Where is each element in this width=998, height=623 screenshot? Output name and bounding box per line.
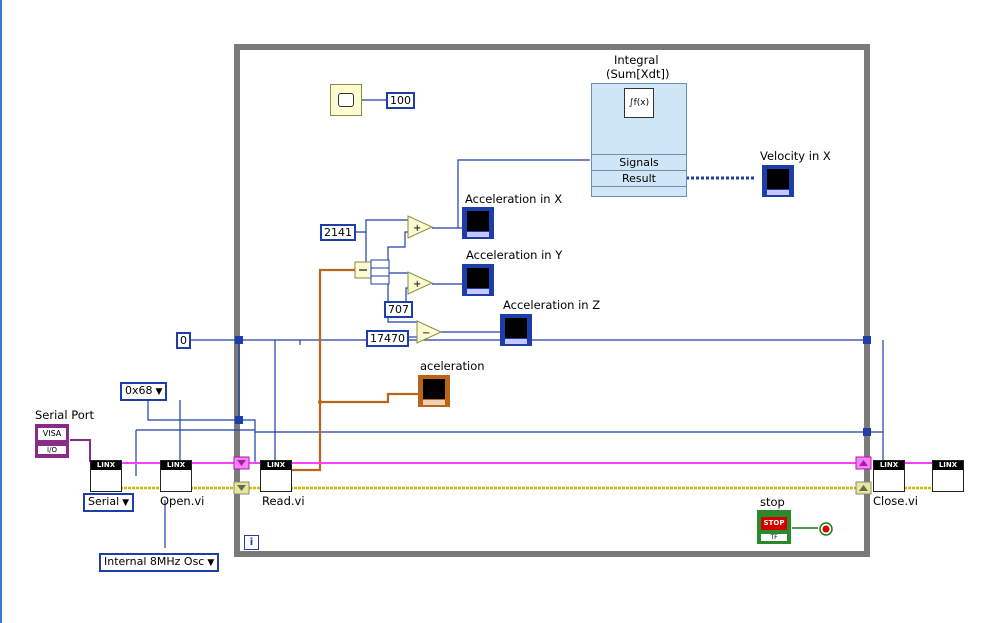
integral-icon: ∫f(x) [624, 88, 654, 118]
acceleration-cluster-icon[interactable] [418, 375, 450, 407]
read-vi-label: Read.vi [262, 494, 305, 508]
linx-error-vi-icon[interactable]: LINX [932, 460, 964, 492]
stop-tf-text: TF [761, 534, 787, 541]
loop-iteration-icon: i [244, 535, 259, 550]
clock-value: Internal 8MHz Osc [104, 555, 205, 568]
window-edge [0, 0, 2, 623]
tunnels [235, 336, 871, 436]
acc-y-graph-icon[interactable] [462, 264, 494, 296]
block-diagram: + + − [0, 0, 932, 623]
address-ring[interactable]: 0x68 ▼ [120, 382, 168, 401]
constant-707[interactable]: 707 [384, 301, 413, 318]
close-vi-label: Close.vi [873, 494, 918, 508]
integral-result-terminal[interactable]: Result [592, 170, 686, 187]
constant-17470[interactable]: 17470 [366, 330, 409, 347]
constant-zero[interactable]: 0 [176, 332, 191, 349]
acc-y-label: Acceleration in Y [466, 248, 563, 262]
svg-text:+: + [413, 223, 421, 234]
acceleration-label: aceleration [420, 359, 485, 373]
integral-express-vi[interactable]: ∫f(x) Signals Result [591, 83, 687, 197]
acc-x-graph-icon[interactable] [462, 207, 494, 239]
acc-x-label: Acceleration in X [465, 192, 563, 206]
integral-title: Integral [614, 53, 659, 67]
integral-subtitle: (Sum[Xdt]) [606, 67, 670, 81]
svg-text:−: − [422, 328, 430, 339]
visa-io-text: I/O [38, 446, 66, 454]
open-vi-label: Open.vi [160, 494, 205, 508]
chevron-down-icon: ▼ [122, 498, 130, 508]
svg-text:+: + [413, 279, 421, 290]
interface-value: Serial [88, 495, 120, 508]
interface-ring[interactable]: Serial ▼ [83, 493, 135, 512]
acc-z-label: Acceleration in Z [503, 298, 601, 312]
stop-text: STOP [761, 517, 787, 530]
velocity-label: Velocity in X [760, 149, 831, 163]
clock-icon [338, 93, 354, 107]
serial-port-label: Serial Port [35, 408, 94, 422]
chevron-down-icon: ▼ [207, 558, 215, 568]
wait-ms-constant[interactable]: 100 [386, 92, 415, 109]
wait-timer-icon[interactable] [330, 84, 362, 116]
unbundle-by-name[interactable] [354, 259, 390, 285]
integral-signals-terminal[interactable]: Signals [592, 154, 686, 170]
stop-button-control[interactable]: STOP TF [757, 510, 791, 544]
read-vi-icon[interactable]: LINX [260, 460, 292, 492]
chevron-down-icon: ▼ [155, 387, 163, 397]
stop-label: stop [760, 495, 785, 509]
address-value: 0x68 [125, 384, 153, 397]
open-vi-icon[interactable]: LINX [160, 460, 192, 492]
clock-ring[interactable]: Internal 8MHz Osc ▼ [99, 553, 220, 572]
linx-init-vi-icon[interactable]: LINX [90, 460, 122, 492]
add-node-y[interactable]: + [407, 271, 434, 295]
close-vi-icon[interactable]: LINX [873, 460, 905, 492]
constant-2141[interactable]: 2141 [320, 224, 356, 241]
visa-text: VISA [38, 428, 66, 440]
add-node-x[interactable]: + [407, 215, 434, 239]
visa-wire [70, 439, 91, 462]
visa-resource-control[interactable]: VISA I/O [35, 424, 69, 458]
velocity-graph-icon[interactable] [762, 165, 794, 197]
acc-z-graph-icon[interactable] [500, 314, 532, 346]
cluster-wire [290, 268, 418, 472]
